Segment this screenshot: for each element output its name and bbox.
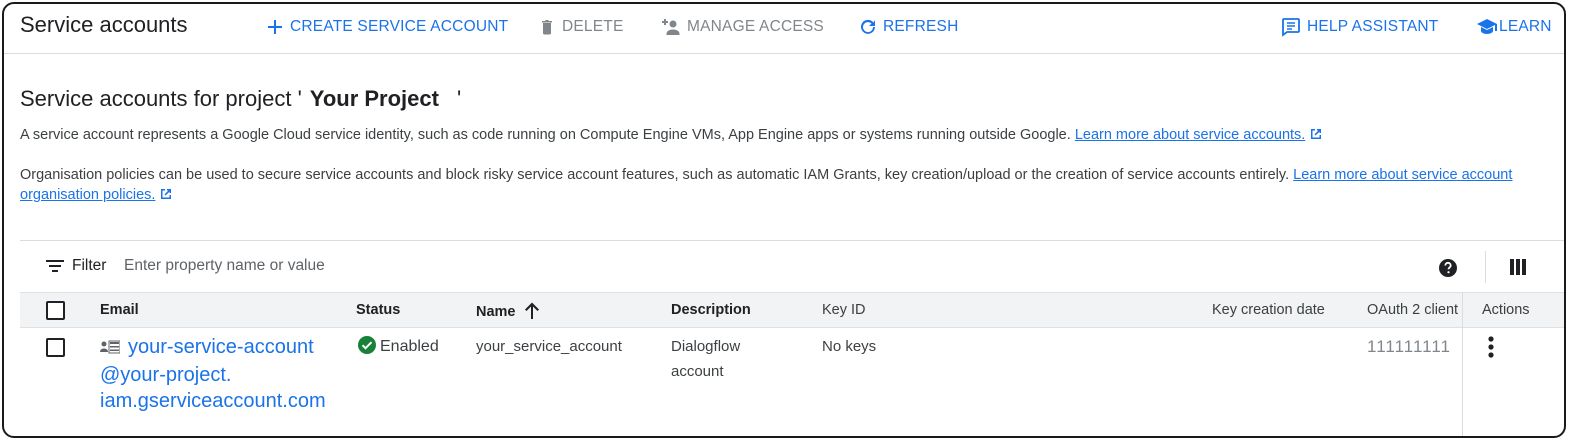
actions-column-divider: [1462, 292, 1463, 436]
plus-icon: [266, 18, 284, 36]
column-header-email[interactable]: Email: [100, 302, 139, 318]
column-header-key-id[interactable]: Key ID: [822, 302, 866, 318]
refresh-button[interactable]: REFRESH: [859, 16, 958, 38]
column-header-oauth-client[interactable]: OAuth 2 client: [1367, 302, 1458, 318]
chat-icon: [1281, 17, 1301, 37]
page-title: Service accounts: [20, 12, 188, 37]
filter-input[interactable]: [124, 253, 724, 279]
check-circle-icon: [358, 336, 376, 362]
name-cell: your_service_account: [476, 338, 622, 355]
create-service-account-label: CREATE SERVICE ACCOUNT: [290, 18, 509, 35]
more-vert-icon[interactable]: [1488, 336, 1494, 363]
project-name: Your Project: [309, 86, 439, 111]
refresh-label: REFRESH: [883, 18, 959, 35]
description-cell: Dialogflow account: [671, 334, 740, 384]
service-account-email-link[interactable]: your-service-account @your-project. iam.…: [100, 334, 360, 415]
heading-suffix: ': [456, 86, 462, 111]
select-all-checkbox[interactable]: [46, 301, 65, 320]
help-circle-icon[interactable]: [1438, 258, 1458, 283]
description-line-2: account: [671, 363, 724, 380]
section-heading: Service accounts for project ' Your Proje…: [20, 86, 461, 112]
delete-label: DELETE: [562, 18, 624, 35]
filter-label: Filter: [72, 257, 107, 274]
policy-description-text: Organisation policies can be used to sec…: [20, 167, 1290, 183]
description-text: A service account represents a Google Cl…: [20, 127, 1071, 143]
trash-icon: [538, 18, 556, 36]
organisation-policy-description: Organisation policies can be used to sec…: [20, 165, 1520, 207]
create-service-account-button[interactable]: CREATE SERVICE ACCOUNT: [266, 16, 508, 38]
school-icon: [1477, 18, 1497, 36]
manage-access-button[interactable]: MANAGE ACCESS: [659, 16, 824, 38]
filter-bar: Filter: [20, 240, 1564, 292]
delete-button[interactable]: DELETE: [538, 16, 624, 38]
email-line-1: your-service-account: [128, 336, 314, 358]
person-add-icon: [659, 18, 681, 36]
email-line-3: iam.gserviceaccount.com: [100, 390, 326, 412]
column-header-status[interactable]: Status: [356, 302, 400, 318]
help-assistant-label: HELP ASSISTANT: [1307, 18, 1439, 35]
open-in-new-icon: [1309, 127, 1323, 147]
service-account-icon: [100, 335, 121, 362]
column-header-description[interactable]: Description: [671, 302, 751, 318]
column-display-icon[interactable]: [1510, 259, 1526, 280]
name-header-label: Name: [476, 304, 516, 320]
learn-label: LEARN: [1499, 18, 1552, 35]
heading-prefix: Service accounts for project ': [20, 86, 302, 111]
column-header-key-creation-date[interactable]: Key creation date: [1212, 302, 1325, 318]
row-checkbox[interactable]: [46, 338, 65, 357]
service-account-description: A service account represents a Google Cl…: [20, 125, 1323, 147]
description-line-1: Dialogflow: [671, 338, 741, 355]
key-id-cell: No keys: [822, 338, 877, 355]
filter-icon[interactable]: [46, 259, 64, 278]
status-cell: Enabled: [358, 334, 439, 362]
manage-access-label: MANAGE ACCESS: [687, 18, 824, 35]
column-header-name[interactable]: Name: [476, 302, 540, 324]
table-header: Email Status Name Description Key ID Key…: [20, 292, 1564, 328]
learn-more-service-accounts-link[interactable]: Learn more about service accounts.: [1075, 127, 1306, 143]
open-in-new-icon: [159, 187, 173, 207]
oauth-client-cell: 111111111: [1367, 337, 1451, 356]
learn-button[interactable]: LEARN: [1477, 16, 1552, 38]
filter-divider: [1485, 251, 1486, 283]
table-row: your-service-account @your-project. iam.…: [20, 292, 1564, 436]
toolbar: Service accounts CREATE SERVICE ACCOUNT …: [4, 4, 1564, 54]
refresh-icon: [859, 18, 877, 36]
column-header-actions: Actions: [1482, 302, 1530, 318]
window-frame: Service accounts CREATE SERVICE ACCOUNT …: [2, 2, 1566, 438]
email-line-2: @your-project.: [100, 363, 232, 386]
arrow-up-icon[interactable]: [524, 302, 540, 324]
status-text: Enabled: [380, 338, 439, 355]
help-assistant-button[interactable]: HELP ASSISTANT: [1281, 16, 1438, 38]
